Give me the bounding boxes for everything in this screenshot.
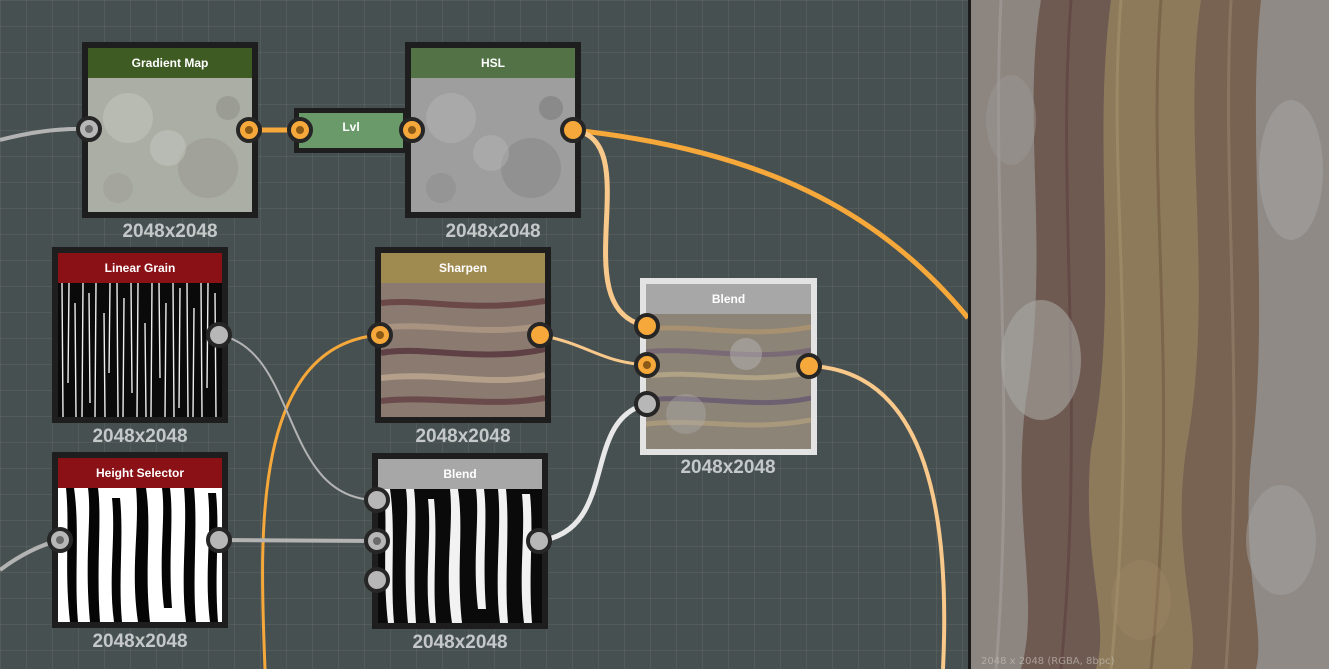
node-thumbnail — [58, 488, 222, 622]
node-graph-canvas[interactable]: Gradient Map 2048x2048 Lvl HSL 2048x2048… — [0, 0, 968, 669]
node-title: Gradient Map — [88, 48, 252, 78]
port-blend-mask-input-1[interactable] — [364, 487, 390, 513]
port-dot — [373, 537, 381, 545]
port-blend-main-input-mask[interactable] — [634, 391, 660, 417]
node-thumbnail — [381, 283, 545, 417]
node-title: Lvl — [342, 120, 360, 134]
node-thumbnail — [378, 489, 542, 623]
node-thumbnail — [88, 78, 252, 212]
node-title: HSL — [411, 48, 575, 78]
node-resolution: 2048x2048 — [445, 221, 541, 242]
port-lvl-input[interactable] — [287, 117, 313, 143]
node-resolution: 2048x2048 — [412, 632, 508, 653]
port-gradient-map-input[interactable] — [76, 116, 102, 142]
node-linear-grain[interactable]: Linear Grain — [52, 247, 228, 423]
port-blend-mask-output[interactable] — [526, 528, 552, 554]
port-blend-mask-input-2[interactable] — [364, 528, 390, 554]
node-title: Height Selector — [58, 458, 222, 488]
port-dot — [296, 126, 304, 134]
port-dot — [376, 331, 384, 339]
node-title: Blend — [646, 284, 811, 314]
port-hsl-input[interactable] — [399, 117, 425, 143]
wire-linear-grain-to-blend-mask — [218, 334, 378, 501]
port-blend-main-input-2[interactable] — [634, 352, 660, 378]
node-thumbnail — [411, 78, 575, 212]
port-height-selector-output[interactable] — [206, 527, 232, 553]
node-height-selector[interactable]: Height Selector — [52, 452, 228, 628]
node-resolution: 2048x2048 — [92, 426, 188, 447]
preview-caption: 2048 x 2048 (RGBA, 8bpc) — [981, 656, 1115, 667]
node-title: Sharpen — [381, 253, 545, 283]
port-sharpen-input[interactable] — [367, 322, 393, 348]
node-sharpen[interactable]: Sharpen — [375, 247, 551, 423]
node-blend-main[interactable]: Blend — [640, 278, 817, 455]
node-resolution: 2048x2048 — [122, 221, 218, 242]
wire-blend-main-out — [808, 364, 947, 669]
port-dot — [245, 126, 253, 134]
port-dot — [643, 361, 651, 369]
wire-height-selector-to-blend-mask — [218, 538, 378, 543]
node-resolution: 2048x2048 — [92, 631, 188, 652]
port-dot — [85, 125, 93, 133]
node-thumbnail — [58, 283, 222, 417]
node-resolution: 2048x2048 — [680, 457, 776, 478]
port-blend-mask-input-3[interactable] — [364, 567, 390, 593]
port-dot — [408, 126, 416, 134]
port-sharpen-output[interactable] — [527, 322, 553, 348]
node-thumbnail — [646, 314, 811, 449]
texture-preview-image — [971, 0, 1329, 669]
node-resolution: 2048x2048 — [415, 426, 511, 447]
wire-sharpen-to-blend-main — [539, 333, 648, 367]
port-height-selector-input[interactable] — [47, 527, 73, 553]
texture-preview-panel[interactable]: 2048 x 2048 (RGBA, 8bpc) — [971, 0, 1329, 669]
node-hsl[interactable]: HSL — [405, 42, 581, 218]
node-blend-mask[interactable]: Blend — [372, 453, 548, 629]
node-title: Linear Grain — [58, 253, 222, 283]
node-title: Blend — [378, 459, 542, 489]
port-gradient-map-output[interactable] — [236, 117, 262, 143]
port-blend-main-output[interactable] — [796, 353, 822, 379]
port-linear-grain-output[interactable] — [206, 322, 232, 348]
port-dot — [56, 536, 64, 544]
node-gradient-map[interactable]: Gradient Map — [82, 42, 258, 218]
wire-to-sharpen-input — [261, 333, 381, 669]
port-blend-main-input-1[interactable] — [634, 313, 660, 339]
port-hsl-output[interactable] — [560, 117, 586, 143]
